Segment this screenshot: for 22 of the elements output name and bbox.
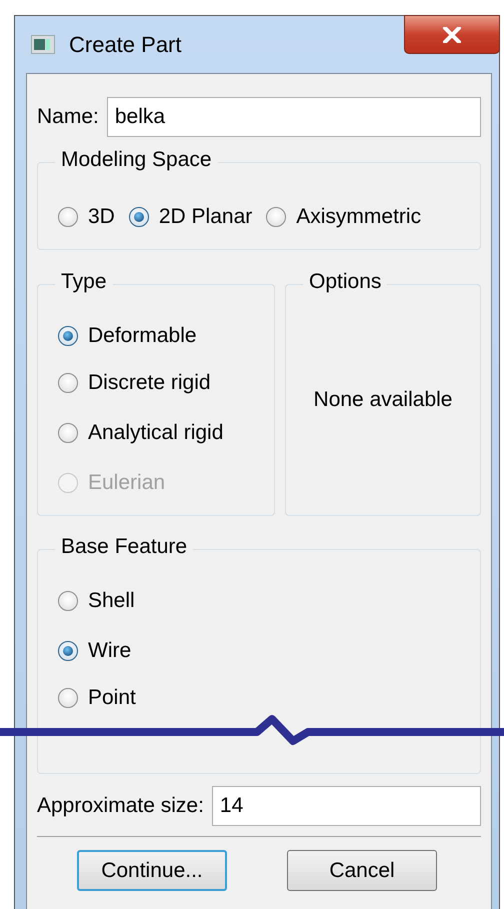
radio-button[interactable]: 3D bbox=[58, 205, 115, 229]
radio-button[interactable]: Shell bbox=[58, 589, 135, 613]
close-icon bbox=[443, 26, 461, 42]
field-label: Name: bbox=[37, 105, 99, 129]
options-message: None available bbox=[312, 388, 454, 412]
group-title: Modeling Space bbox=[55, 148, 218, 172]
radio-button[interactable]: Axisymmetric bbox=[266, 205, 422, 229]
radio-button[interactable]: Analytical rigid bbox=[58, 421, 224, 445]
group-title: Options bbox=[303, 270, 388, 294]
window-title: Create Part bbox=[69, 32, 182, 58]
dialog-button[interactable]: Continue... bbox=[77, 850, 227, 891]
close-button[interactable] bbox=[404, 15, 500, 54]
field-label: Approximate size: bbox=[37, 794, 204, 818]
app-icon bbox=[31, 35, 55, 54]
radio-button[interactable]: Deformable bbox=[58, 324, 197, 348]
size-field[interactable]: 14 bbox=[212, 786, 481, 826]
dialog-button[interactable]: Cancel bbox=[287, 850, 437, 891]
name-field[interactable]: belka bbox=[106, 97, 481, 137]
radio-button[interactable]: Discrete rigid bbox=[58, 371, 211, 395]
radio-button[interactable]: Point bbox=[58, 686, 136, 710]
radio-button[interactable]: 2D Planar bbox=[128, 205, 252, 229]
radio-button[interactable]: Wire bbox=[58, 639, 132, 663]
